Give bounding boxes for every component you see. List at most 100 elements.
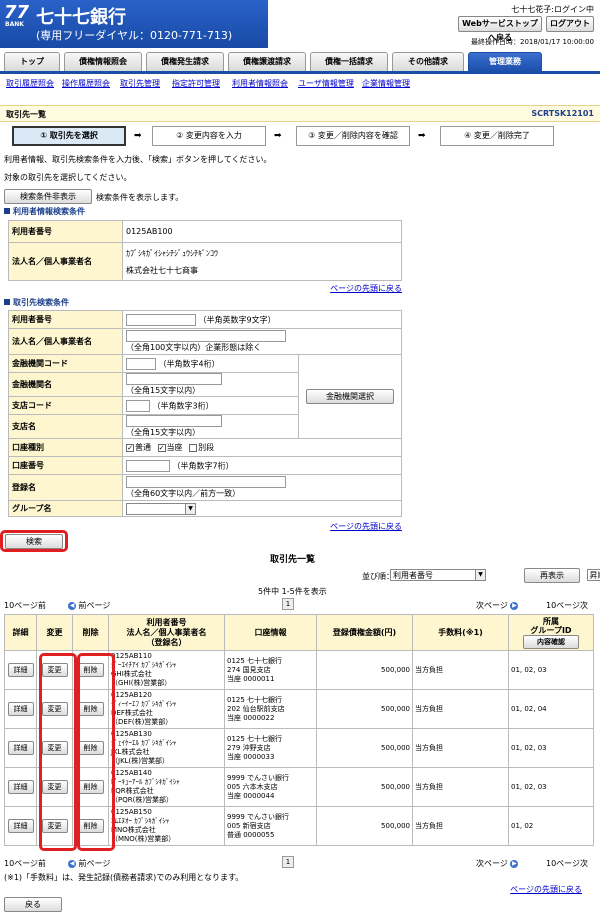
web-service-top-button[interactable]: Webサービストップへ戻る [458,16,542,42]
row-account: 普通 0000055 [227,830,275,839]
search-branch-code-input[interactable] [126,399,150,412]
account-type-ordinary-checkbox[interactable]: ✓ [126,443,134,452]
redisplay-button[interactable]: 再表示 [524,568,580,583]
row-amount: 500,000 [316,806,413,846]
row-bank: 9999 でんさい銀行 [227,812,290,821]
col-group-label: 所属 グループID [530,616,572,635]
row-user-id: 0125AB130 [111,730,152,738]
results-title: 取引先一覧 [270,555,316,565]
tab-management[interactable]: 管理業務 [468,52,542,72]
sort-field-value: 利用者番号 [393,571,433,580]
subnav-permission-management[interactable]: 指定許可管理 [172,78,220,89]
prev-page-link[interactable]: ◀ 前ページ [68,600,110,611]
row-name: PQR株式会社 [111,787,154,795]
tab-credit-bulk[interactable]: 債権一括請求 [310,52,388,72]
search-account-no-input[interactable] [126,459,170,472]
page-top-link-3[interactable]: ページの先頭に戻る [510,884,582,895]
search-bank-code-input[interactable] [126,357,156,370]
user-number-value: 0125AB100 [122,220,402,243]
row-user-id: 0125AB120 [111,691,152,699]
tab-credit-transfer[interactable]: 債権譲渡請求 [228,52,306,72]
search-group-select[interactable]: ▼ [126,502,196,515]
group-content-confirm-button[interactable]: 内容確認 [523,634,579,649]
instruction-text-2: 対象の取引先を選択してください。 [4,173,132,182]
row-fee: 当方負担 [412,728,509,768]
freedial-number: (専用フリーダイヤル：0120-771-713) [36,29,233,42]
sort-field-select[interactable]: 利用者番号 ▼ [390,569,486,581]
prev-page-link-bottom[interactable]: ◀ 前ページ [68,858,110,869]
search-user-no-label: 利用者番号 [8,310,123,329]
search-branch-code-hint: （半角数字3桁） [152,401,214,410]
prev-page-label: 前ページ [78,859,111,868]
subnav-user-info[interactable]: 利用者情報照会 [232,78,288,89]
back-button[interactable]: 戻る [4,897,62,912]
account-type-current-checkbox[interactable]: ✓ [157,443,166,452]
subnav-transaction-history[interactable]: 取引履歴照会 [6,78,54,89]
subnav-operation-history[interactable]: 操作履歴照会 [62,78,110,89]
subnav-company-info[interactable]: 企業情報管理 [362,78,410,89]
search-account-type-label: 口座種別 [8,438,123,457]
hide-search-conditions-button[interactable]: 検索条件非表示 [4,189,92,204]
detail-button[interactable]: 詳細 [7,780,34,794]
next-10-pages-label: 10ページ次 [546,601,589,610]
search-bank-code-hint: （半角数字4桁） [158,359,220,368]
row-amount: 500,000 [316,689,413,729]
row-fee: 当方負担 [412,806,509,846]
search-corp-name-input[interactable] [126,330,286,342]
logout-button[interactable]: ログアウト [546,16,594,32]
search-reg-name-input[interactable] [126,476,286,488]
page-number-1-bottom[interactable]: 1 [282,856,294,868]
detail-button[interactable]: 詳細 [7,741,34,755]
logo-bank-text: BANK [5,21,24,28]
page-top-link-1[interactable]: ページの先頭に戻る [330,283,402,294]
row-fee: 当方負担 [412,689,509,729]
bank-logo: 77 BANK 七十七銀行 (専用フリーダイヤル：0120-771-713) [0,0,268,48]
delete-column-highlight [77,653,115,851]
account-type-separate-label: 別段 [198,443,215,452]
account-type-separate-checkbox[interactable] [189,443,198,452]
select-bank-button[interactable]: 金融機関選択 [306,389,394,404]
tab-credit-issue[interactable]: 債権発生請求 [146,52,224,72]
row-name-kana: ﾋﾟｰｷｭｰｱｰﾙ ｶﾌﾞｼｷｶﾞｲｼｬ [111,778,180,786]
page-number-1[interactable]: 1 [282,598,294,610]
main-tabs: トップ 債権情報照会 債権発生請求 債権譲渡請求 債権一括請求 その他請求 管理… [0,48,600,72]
row-branch: 202 仙台駅前支店 [227,704,285,713]
search-bank-name-input[interactable] [126,373,222,385]
subnav-partner-management[interactable]: 取引先管理 [120,78,160,89]
sort-order-select[interactable]: 昇順▼ [586,569,600,581]
search-button[interactable]: 検索 [5,534,63,549]
row-branch: 274 国見支店 [227,665,271,674]
result-count: 5件中 1-5件を表示 [258,587,327,596]
search-user-no-hint: （半角英数字9文字） [198,315,276,324]
user-info-section-title: 利用者情報検索条件 [4,206,85,217]
row-amount: 500,000 [316,650,413,690]
col-account: 口座情報 [224,614,317,651]
row-user-id: 0125AB110 [111,652,152,660]
prev-page-label: 前ページ [78,601,111,610]
col-amount: 登録債権金額(円) [316,614,413,651]
tab-other-requests[interactable]: その他請求 [392,52,464,72]
prev-10-pages-label: 10ページ前 [4,601,47,610]
detail-button[interactable]: 詳細 [7,663,34,677]
page-title-bar: 取引先一覧 SCRTSK12101 [0,105,600,122]
row-group: 01, 02, 03 [508,728,594,768]
search-branch-name-input[interactable] [126,415,222,427]
search-user-no-input[interactable] [126,313,196,326]
detail-button[interactable]: 詳細 [7,819,34,833]
tab-top[interactable]: トップ [4,52,60,72]
search-bank-name-label: 金融機関名 [8,372,123,397]
search-corp-name-hint: （全角100文字以内）企業形態は除く [126,343,262,352]
detail-button[interactable]: 詳細 [7,702,34,716]
next-page-link[interactable]: 次ページ ▶ [476,600,519,611]
row-bank: 0125 七十七銀行 [227,734,283,743]
step-3-confirm: ③ 変更／削除内容を確認 [296,126,410,146]
subnav-user-management[interactable]: ユーザ情報管理 [298,78,354,89]
tab-credit-info[interactable]: 債権情報照会 [64,52,142,72]
next-page-link-bottom[interactable]: 次ページ ▶ [476,858,519,869]
step-arrow-icon: ➡ [274,131,282,141]
row-group: 01, 02, 04 [508,689,594,729]
page-top-link-2[interactable]: ページの先頭に戻る [330,521,402,532]
row-account: 当座 0000011 [227,674,275,683]
row-name: JKL株式会社 [111,748,150,756]
fee-footnote: (※1)「手数料」は、発生記録(債務者請求)でのみ利用となります。 [4,873,244,882]
